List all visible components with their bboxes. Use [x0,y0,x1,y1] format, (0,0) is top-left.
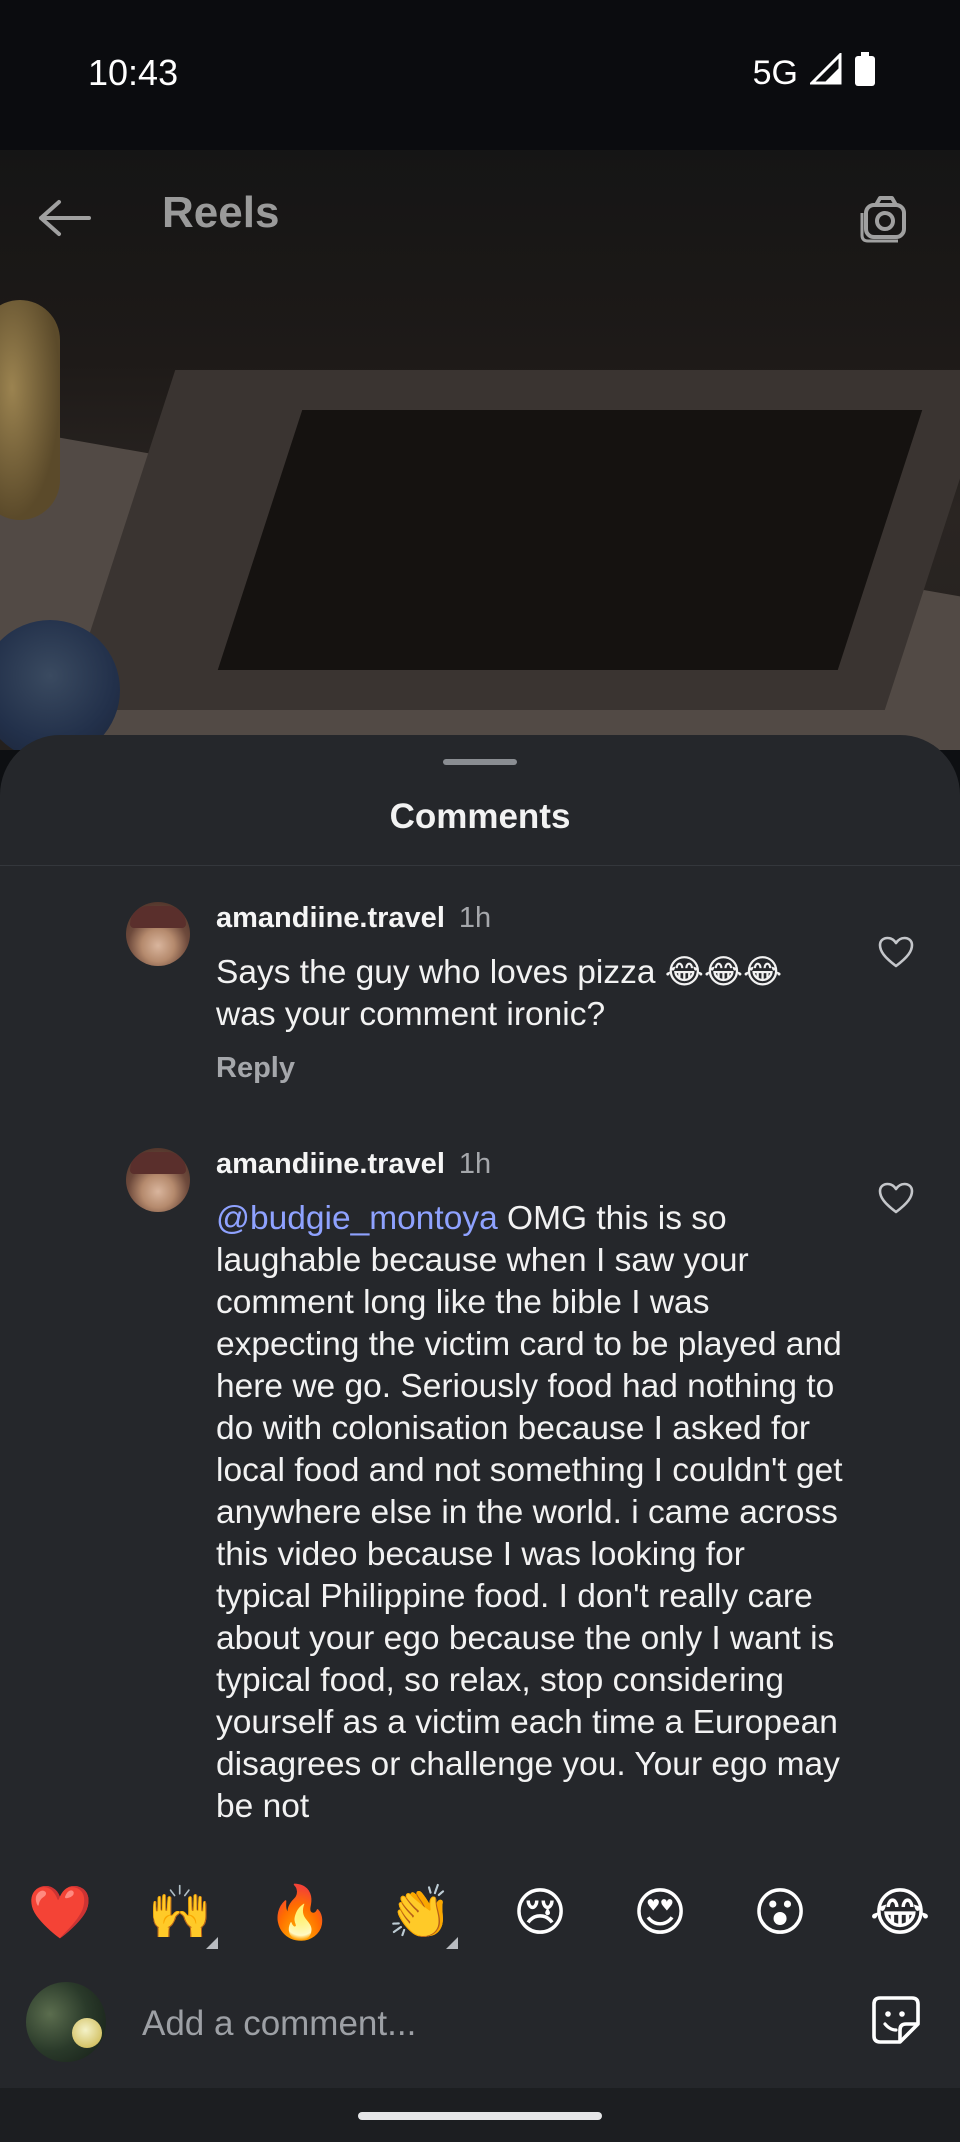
comment-username[interactable]: amandiine.travel [216,902,445,934]
lucky-cat-figurine [0,300,60,520]
my-avatar [26,1982,106,2062]
avatar[interactable] [126,1148,190,1212]
top-bar: Reels [0,150,960,280]
comment-time: 1h [458,902,492,934]
emoji-surprised[interactable]: 😮 [740,1887,820,1939]
network-label: 5G [752,54,798,92]
reply-button[interactable]: Reply [216,1052,295,1085]
arrow-left-icon[interactable] [30,188,100,248]
emoji-heart[interactable]: ❤️ [20,1887,100,1939]
video-sink [217,410,923,670]
system-nav-bar [0,2088,960,2142]
comment-text: @budgie_montoya OMG this is so laughable… [216,1198,846,1828]
heart-icon[interactable] [876,932,916,972]
status-indicators: 5G [752,51,876,95]
comments-title: Comments [389,797,571,836]
comment-composer [0,1968,960,2088]
emoji-reaction-bar: ❤️ 🙌 🔥 👏 😢 😍 😮 😂 [0,1858,960,1968]
heart-icon[interactable] [876,1178,916,1218]
mention-link[interactable]: @budgie_montoya [216,1200,498,1237]
comment-text: Says the guy who loves pizza 😂😂😂 was you… [216,954,792,1033]
emoji-fire[interactable]: 🔥 [260,1887,340,1939]
comments-list[interactable]: amandiine.travel 1h Says the guy who love… [0,866,960,1992]
comment-time: 1h [458,1148,492,1180]
comment-body: OMG this is so laughable because when I … [216,1200,852,1825]
signal-icon [808,51,842,94]
sticker-icon[interactable] [866,1990,926,2050]
camera-icon[interactable] [850,186,920,250]
home-indicator[interactable] [358,2112,602,2120]
drag-handle[interactable] [443,759,517,765]
emoji-crying[interactable]: 😢 [500,1887,580,1939]
emoji-raised-hands[interactable]: 🙌 [140,1887,220,1949]
emoji-clapping-hands[interactable]: 👏 [380,1887,460,1949]
emoji-heart-eyes[interactable]: 😍 [620,1887,700,1939]
comment-input[interactable] [140,1998,824,2050]
status-time: 10:43 [88,52,179,93]
comment-username[interactable]: amandiine.travel [216,1148,445,1180]
avatar[interactable] [126,902,190,966]
emoji-laughing[interactable]: 😂 [860,1887,940,1939]
comment-header: amandiine.travel 1h [216,1148,491,1181]
page-title: Reels [162,188,280,237]
status-bar: 10:43 5G [0,0,960,150]
comment-header: amandiine.travel 1h [216,902,491,935]
battery-icon [854,52,876,95]
